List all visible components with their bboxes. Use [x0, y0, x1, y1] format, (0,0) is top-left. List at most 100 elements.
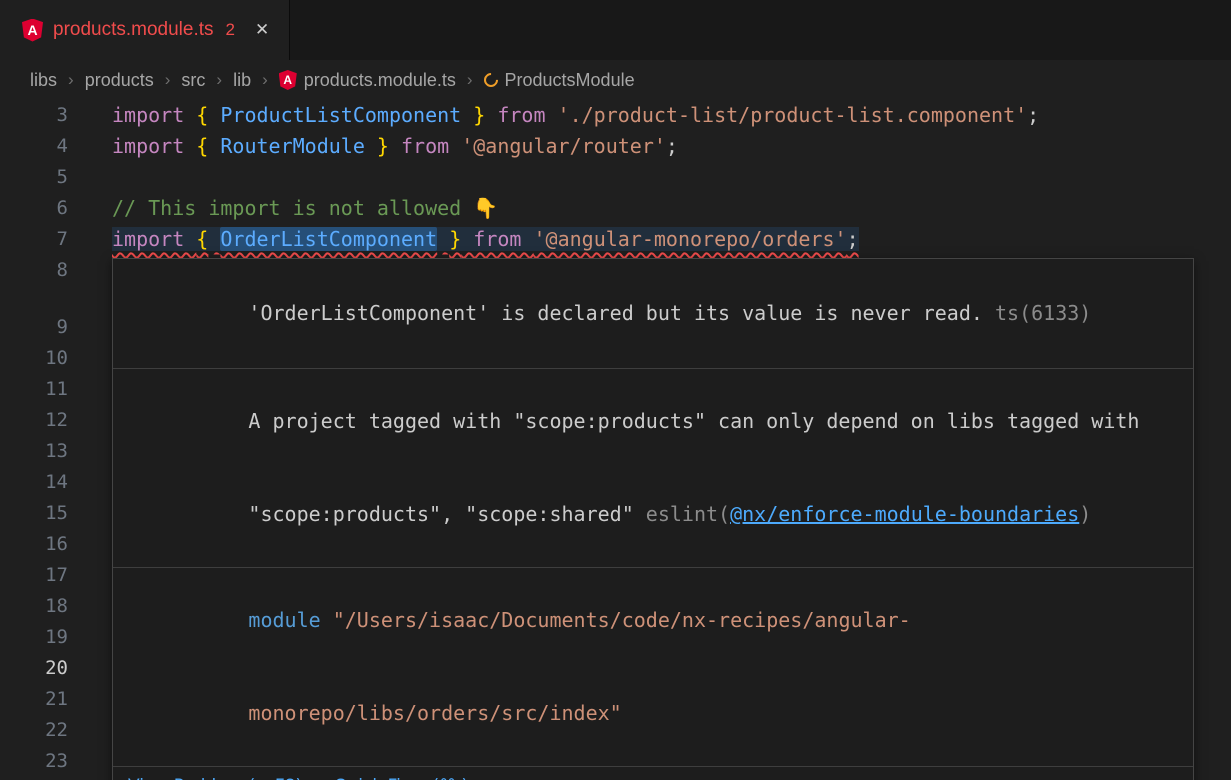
- line-number[interactable]: 21: [0, 684, 68, 715]
- line-number[interactable]: 12: [0, 405, 68, 436]
- code-token: OrderListComponent: [220, 227, 437, 251]
- code-token: RouterModule: [208, 134, 377, 158]
- code-line-6[interactable]: 6// This import is not allowed 👇: [0, 193, 1231, 224]
- breadcrumb-item-src[interactable]: src: [181, 70, 205, 91]
- module-keyword: module: [248, 608, 332, 632]
- line-number[interactable]: 8: [0, 255, 68, 286]
- code-text: [68, 405, 112, 436]
- hover-eslint-message: A project tagged with "scope:products" c…: [113, 369, 1193, 568]
- eslint-message-line1: A project tagged with "scope:products" c…: [248, 409, 1139, 433]
- ts-error-source: ts(6133): [995, 301, 1091, 325]
- breadcrumb-item-lib[interactable]: lib: [233, 70, 251, 91]
- line-number[interactable]: 18: [0, 591, 68, 622]
- code-text: import { OrderListComponent } from '@ang…: [68, 224, 859, 255]
- line-number[interactable]: 22: [0, 715, 68, 746]
- line-number[interactable]: 14: [0, 467, 68, 498]
- code-token: import: [112, 227, 196, 251]
- code-token: }: [377, 134, 389, 158]
- code-line-4[interactable]: 4import { RouterModule } from '@angular/…: [0, 131, 1231, 162]
- angular-file-icon: A: [279, 70, 297, 90]
- code-line-3[interactable]: 3import { ProductListComponent } from '.…: [0, 100, 1231, 131]
- eslint-source-prefix: eslint(: [646, 502, 730, 526]
- code-text: import { ProductListComponent } from './…: [68, 100, 1039, 131]
- spacer: [983, 301, 995, 325]
- code-text: [68, 312, 112, 343]
- breadcrumb-separator: ›: [262, 70, 268, 90]
- breadcrumb-symbol-group: ProductsModule: [484, 70, 635, 91]
- code-token: '@angular-monorepo/orders': [533, 227, 846, 251]
- angular-file-icon: A: [22, 19, 43, 42]
- code-token: [208, 227, 220, 251]
- code-text: [68, 255, 112, 286]
- angular-letter: A: [22, 19, 43, 42]
- code-token: ;: [847, 227, 859, 251]
- code-token: [437, 227, 449, 251]
- eslint-source-suffix: ): [1079, 502, 1091, 526]
- code-token: ProductListComponent: [208, 103, 473, 127]
- line-number[interactable]: 9: [0, 312, 68, 343]
- code-token: ;: [666, 134, 678, 158]
- code-text: [68, 162, 112, 193]
- angular-letter: A: [279, 70, 297, 90]
- class-symbol-icon: [481, 70, 501, 90]
- line-number[interactable]: 19: [0, 622, 68, 653]
- code-token: import: [112, 103, 196, 127]
- hover-module-path: module "/Users/isaac/Documents/code/nx-r…: [113, 568, 1193, 767]
- code-text: [68, 467, 112, 498]
- tab-products-module[interactable]: A products.module.ts 2 ✕: [0, 0, 290, 60]
- breadcrumb-item-products[interactable]: products: [85, 70, 154, 91]
- code-token: }: [449, 227, 461, 251]
- code-text: [68, 436, 112, 467]
- editor[interactable]: 3import { ProductListComponent } from '.…: [0, 100, 1231, 780]
- code-text: [68, 343, 112, 374]
- close-icon[interactable]: ✕: [255, 20, 269, 40]
- error-underlined-statement: import { OrderListComponent } from '@ang…: [112, 227, 859, 251]
- vscode-window: A products.module.ts 2 ✕ libs › products…: [0, 0, 1231, 780]
- hover-ts-message: 'OrderListComponent' is declared but its…: [113, 259, 1193, 369]
- code-token: from: [485, 103, 557, 127]
- line-number[interactable]: 10: [0, 343, 68, 374]
- code-token: from: [461, 227, 533, 251]
- code-token: {: [196, 227, 208, 251]
- eslint-message-line2: "scope:products", "scope:shared": [248, 502, 645, 526]
- line-number[interactable]: 5: [0, 162, 68, 193]
- line-number[interactable]: 20: [0, 653, 68, 684]
- line-number[interactable]: 3: [0, 100, 68, 131]
- code-text: // This import is not allowed 👇: [68, 193, 498, 224]
- breadcrumb-file-group: A products.module.ts: [279, 70, 456, 91]
- breadcrumb-item-libs[interactable]: libs: [30, 70, 57, 91]
- line-number[interactable]: 7: [0, 224, 68, 255]
- code-token: ;: [1027, 103, 1039, 127]
- code-token: // This import is not allowed: [112, 196, 473, 220]
- code-text: [68, 374, 112, 405]
- line-number[interactable]: 13: [0, 436, 68, 467]
- code-line-7[interactable]: 7 import { OrderListComponent } from '@an…: [0, 224, 1231, 255]
- code-token: {: [196, 103, 208, 127]
- ts-error-text: 'OrderListComponent' is declared but its…: [248, 301, 983, 325]
- code-token: '@angular/router': [461, 134, 666, 158]
- line-number[interactable]: 6: [0, 193, 68, 224]
- line-number[interactable]: 23: [0, 746, 68, 777]
- line-number[interactable]: 11: [0, 374, 68, 405]
- breadcrumb: libs › products › src › lib › A products…: [0, 60, 1231, 100]
- code-text: [68, 746, 112, 777]
- breadcrumb-separator: ›: [467, 70, 473, 90]
- hover-popup: 'OrderListComponent' is declared but its…: [112, 258, 1194, 780]
- eslint-rule-link[interactable]: @nx/enforce-module-boundaries: [730, 502, 1079, 526]
- code-token: 👇: [473, 196, 498, 220]
- code-line-5[interactable]: 5: [0, 162, 1231, 193]
- view-problem-button[interactable]: View Problem (⌥F8): [128, 776, 302, 780]
- line-number[interactable]: 15: [0, 498, 68, 529]
- tab-bar: A products.module.ts 2 ✕: [0, 0, 1231, 60]
- hover-actions: View Problem (⌥F8) Quick Fix... (⌘.): [113, 767, 1193, 780]
- tab-label: products.module.ts: [53, 19, 214, 41]
- module-path-line2: monorepo/libs/orders/src/index": [248, 701, 621, 725]
- breadcrumb-separator: ›: [68, 70, 74, 90]
- line-number[interactable]: 17: [0, 560, 68, 591]
- line-number[interactable]: 16: [0, 529, 68, 560]
- line-number[interactable]: 4: [0, 131, 68, 162]
- module-path-line1: "/Users/isaac/Documents/code/nx-recipes/…: [333, 608, 911, 632]
- breadcrumb-item-file[interactable]: products.module.ts: [304, 70, 456, 91]
- quick-fix-button[interactable]: Quick Fix... (⌘.): [334, 776, 468, 780]
- breadcrumb-item-products-module[interactable]: ProductsModule: [505, 70, 635, 91]
